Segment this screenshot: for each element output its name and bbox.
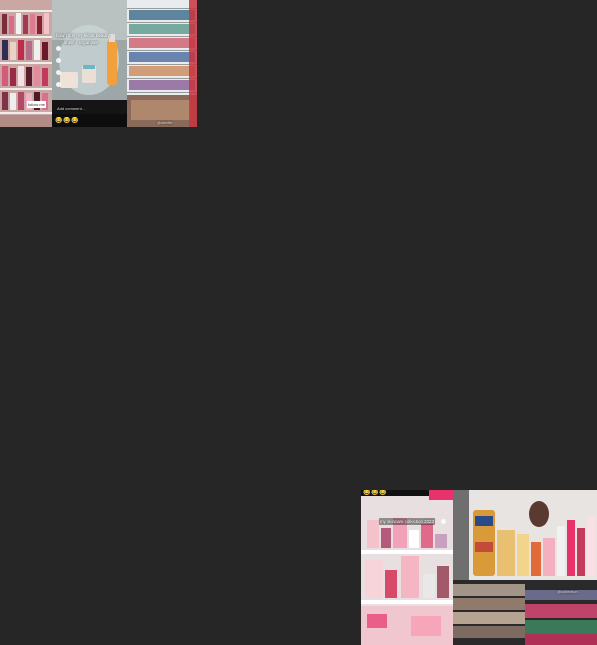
comment-icon[interactable]	[56, 58, 61, 63]
panel-right-tag: @shelfie	[157, 120, 173, 125]
collage-top-panel-right[interactable]: @shelfie	[127, 0, 197, 127]
page: { "collage_top": { "panel_left": { "tag"…	[0, 0, 597, 645]
panel-left-tag: follow me	[27, 101, 46, 108]
emoji-reaction[interactable]: 😂	[71, 118, 78, 124]
collage-top[interactable]: follow me how i tidy my tiktok beauty sh…	[0, 0, 197, 127]
comment-input[interactable]: Add comment...	[57, 105, 85, 112]
collage-bottom-panel-right-bottom[interactable]: @collection	[453, 580, 597, 645]
shelf-photo	[453, 490, 597, 580]
play-icon[interactable]	[441, 519, 446, 524]
collage-bottom-panel-left[interactable]: 😂 😂 😂 my skincare collection 2023	[361, 490, 453, 645]
video-caption-line1: how i tidy my tiktok beauty	[56, 33, 110, 38]
emoji-reaction[interactable]: 😂	[55, 118, 62, 124]
product-rows	[127, 10, 197, 127]
shelf-photo-right	[127, 0, 197, 127]
share-icon[interactable]	[56, 70, 61, 75]
heart-icon[interactable]	[56, 46, 61, 51]
video-caption: my skincare collection 2023	[379, 518, 435, 525]
bookmark-icon[interactable]	[56, 82, 61, 87]
collage-bottom-panel-right-top[interactable]	[453, 490, 597, 580]
emoji-reaction[interactable]: 😂	[379, 490, 386, 496]
video-frame	[361, 490, 453, 645]
emoji-reaction[interactable]: 😂	[63, 118, 70, 124]
collage-top-panel-center[interactable]: how i tidy my tiktok beauty shelf + orga…	[52, 0, 127, 127]
collage-top-panel-left[interactable]: follow me	[0, 0, 52, 127]
emoji-reaction[interactable]: 😂	[363, 490, 370, 496]
collage-bottom[interactable]: 😂 😂 😂 my skincare collection 2023 @colle…	[361, 490, 597, 645]
panel-right-tag: @collection	[557, 589, 578, 594]
video-caption-line2: shelf + organiser	[64, 40, 99, 45]
emoji-reaction[interactable]: 😂	[371, 490, 378, 496]
